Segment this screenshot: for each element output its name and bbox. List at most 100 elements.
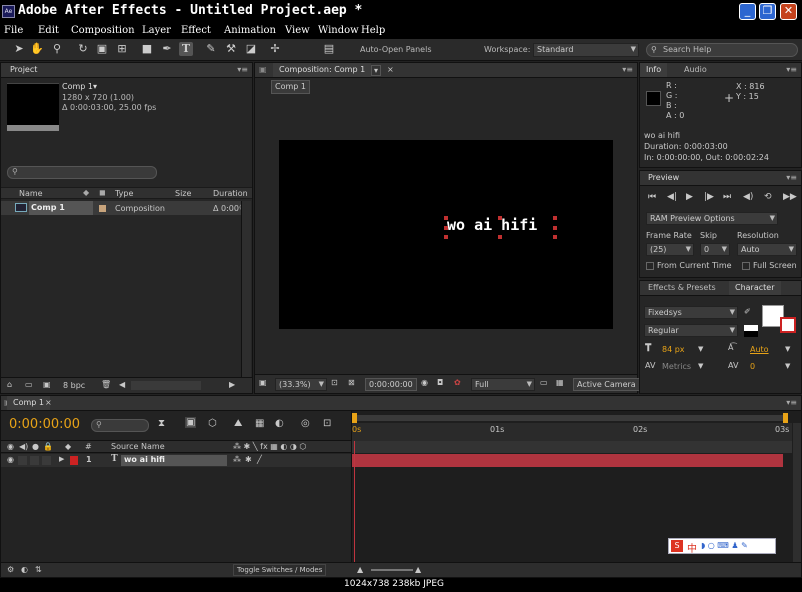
- shy-switch-icon[interactable]: ⁂: [233, 455, 241, 464]
- tracking-value[interactable]: 0: [750, 362, 755, 371]
- chevron-down-icon[interactable]: ▼: [785, 362, 790, 370]
- search-help-field[interactable]: ⚲ Search Help: [646, 43, 798, 57]
- eraser-tool-icon[interactable]: ◪: [244, 42, 258, 56]
- panel-menu-icon[interactable]: ▾≡: [786, 398, 797, 407]
- pen-tool-icon[interactable]: ✒: [160, 42, 174, 56]
- new-folder-icon[interactable]: ▭: [25, 380, 33, 389]
- panel-menu-icon[interactable]: ▾≡: [237, 65, 248, 74]
- tab-character[interactable]: Character: [729, 281, 781, 295]
- visibility-icon[interactable]: ◉: [7, 455, 14, 464]
- close-tab-icon[interactable]: ×: [387, 65, 394, 74]
- show-snapshot-icon[interactable]: ◘: [437, 378, 443, 387]
- minimize-button[interactable]: _: [739, 3, 756, 20]
- hand-tool-icon[interactable]: ✋: [30, 42, 44, 56]
- stroke-color-swatch[interactable]: [780, 317, 796, 333]
- resolution-select[interactable]: Full ▼: [471, 378, 535, 391]
- brainstorm-icon[interactable]: ◎: [301, 418, 310, 429]
- scroll-left-icon[interactable]: ◀: [119, 380, 125, 389]
- brush-tool-icon[interactable]: ✎: [204, 42, 218, 56]
- audio-icon[interactable]: ◀): [19, 442, 28, 451]
- timeline-scrollbar[interactable]: [793, 423, 801, 573]
- maximize-button[interactable]: ❐: [759, 3, 776, 20]
- label-color-swatch[interactable]: [99, 205, 106, 212]
- full-screen-checkbox[interactable]: [742, 262, 750, 270]
- zoom-slider[interactable]: [371, 569, 413, 571]
- composition-viewer[interactable]: wo ai hifi: [279, 140, 613, 329]
- zoom-tool-icon[interactable]: ⚲: [50, 42, 64, 56]
- close-button[interactable]: ✕: [780, 3, 797, 20]
- bit-depth-label[interactable]: 8 bpc: [63, 381, 85, 390]
- trash-icon[interactable]: 🗑: [101, 380, 111, 389]
- ime-punctuation-icon[interactable]: ◗ ○ ⌨ ♟ ✎: [701, 541, 748, 550]
- work-area-bar[interactable]: [356, 415, 788, 421]
- menu-edit[interactable]: Edit: [38, 25, 59, 36]
- menu-help[interactable]: Help: [361, 25, 385, 36]
- comp-dropdown-icon[interactable]: ▾: [371, 65, 382, 76]
- close-tab-icon[interactable]: ×: [45, 398, 52, 407]
- time-ruler[interactable]: 0s 01s 02s 03s: [352, 423, 792, 441]
- eyedropper-icon[interactable]: ✐: [744, 307, 751, 316]
- camera-select[interactable]: Active Camera: [573, 378, 640, 391]
- resolution-select[interactable]: Auto ▼: [737, 243, 797, 256]
- column-source-name[interactable]: Source Name: [111, 442, 165, 451]
- tab-comp-1[interactable]: Comp 1: [7, 396, 50, 410]
- project-search-field[interactable]: ⚲: [7, 166, 157, 179]
- solo-icon[interactable]: ●: [32, 442, 39, 451]
- new-comp-icon[interactable]: ▣: [43, 380, 51, 389]
- menu-composition[interactable]: Composition: [71, 25, 135, 36]
- lock-toggle[interactable]: [42, 456, 51, 465]
- zoom-select[interactable]: (33.3%) ▼: [275, 378, 327, 391]
- previous-frame-icon[interactable]: ◀|: [667, 192, 677, 202]
- expand-arrow-icon[interactable]: ▶: [59, 455, 64, 463]
- from-current-checkbox[interactable]: [646, 262, 654, 270]
- last-frame-icon[interactable]: ⏭: [723, 192, 731, 202]
- scroll-right-icon[interactable]: ▶: [229, 380, 235, 389]
- ime-language-label[interactable]: 中: [687, 540, 697, 555]
- comp-mini-flowchart-icon[interactable]: ⧗: [158, 418, 165, 429]
- transparency-grid-icon[interactable]: ⊠: [348, 378, 355, 387]
- grid-icon[interactable]: ▦: [556, 378, 564, 387]
- bounding-handle[interactable]: [444, 226, 448, 230]
- column-type[interactable]: Type: [115, 189, 133, 198]
- menu-window[interactable]: Window: [318, 25, 359, 36]
- column-size[interactable]: Size: [175, 189, 191, 198]
- tab-effects-presets[interactable]: Effects & Presets: [642, 281, 722, 295]
- next-frame-icon[interactable]: |▶: [704, 192, 714, 202]
- selection-tool-icon[interactable]: ➤: [12, 42, 26, 56]
- kerning-value[interactable]: Metrics: [662, 362, 691, 371]
- type-tool-icon[interactable]: T: [179, 42, 193, 56]
- audio-toggle[interactable]: [18, 456, 27, 465]
- play-icon[interactable]: ▶: [686, 192, 693, 202]
- bounding-handle[interactable]: [498, 235, 502, 239]
- bounding-handle[interactable]: [553, 226, 557, 230]
- panel-menu-icon[interactable]: ▾≡: [786, 173, 797, 182]
- ram-preview-icon[interactable]: ▶▶: [783, 192, 797, 202]
- lock-icon[interactable]: ▣: [259, 65, 267, 74]
- panel-menu-icon[interactable]: ▾≡: [622, 65, 633, 74]
- horizontal-scrollbar[interactable]: [131, 381, 201, 390]
- leading-value[interactable]: Auto: [750, 345, 769, 354]
- hide-shy-icon[interactable]: ⛰: [234, 418, 242, 429]
- comp-subtab[interactable]: Comp 1: [271, 80, 310, 94]
- first-frame-icon[interactable]: ⏮: [648, 192, 656, 202]
- column-duration[interactable]: Duration: [213, 189, 248, 198]
- tab-audio[interactable]: Audio: [678, 63, 713, 77]
- tab-preview[interactable]: Preview: [642, 171, 685, 185]
- zoom-out-icon[interactable]: ▲: [357, 565, 363, 574]
- clone-stamp-tool-icon[interactable]: ⚒: [224, 42, 238, 56]
- menu-view[interactable]: View: [285, 25, 310, 36]
- fit-icon[interactable]: ⊡: [331, 378, 338, 387]
- font-style-select[interactable]: Regular ▼: [644, 324, 738, 337]
- snapshot-icon[interactable]: ◉: [421, 378, 428, 387]
- font-size-value[interactable]: 84 px: [662, 345, 685, 354]
- text-layer-preview[interactable]: wo ai hifi: [447, 216, 537, 234]
- tab-composition[interactable]: Composition: Comp 1: [273, 63, 372, 77]
- lock-icon[interactable]: 🔒: [43, 442, 53, 451]
- interpret-footage-icon[interactable]: ⌂: [7, 380, 12, 389]
- motion-blur-icon[interactable]: ◐: [275, 418, 284, 429]
- quality-switch-icon[interactable]: ╱: [257, 455, 262, 464]
- zoom-in-icon[interactable]: ▲: [415, 565, 421, 574]
- menu-animation[interactable]: Animation: [224, 25, 276, 36]
- expand-timing-icon[interactable]: ⇅: [35, 565, 42, 574]
- layer-duration-bar[interactable]: [352, 454, 783, 467]
